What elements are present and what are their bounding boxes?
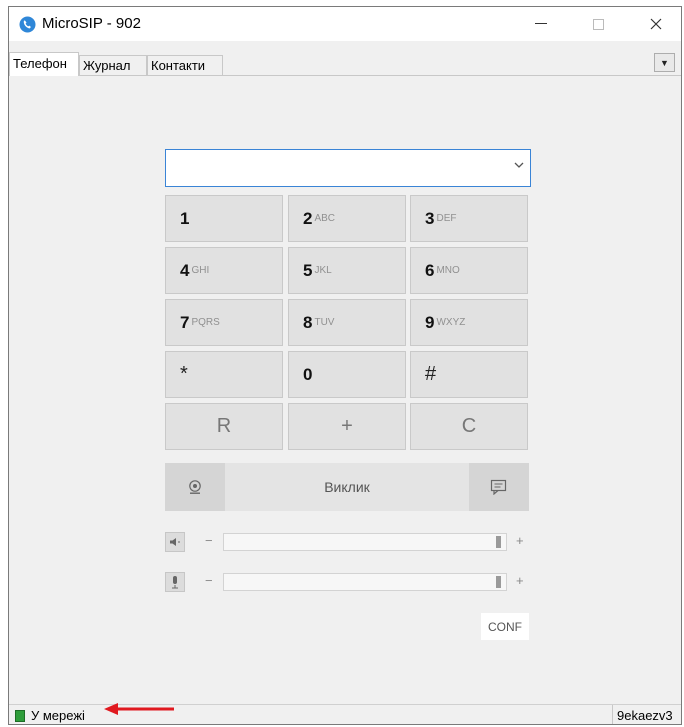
microphone-volume-slider[interactable]	[223, 573, 507, 591]
microphone-mute-button[interactable]	[165, 572, 185, 592]
speaker-volume-slider[interactable]	[223, 533, 507, 551]
title-bar: MicroSIP - 902	[9, 7, 681, 41]
speaker-icon	[170, 538, 180, 546]
keypad-key-hash[interactable]: #	[410, 351, 528, 398]
speaker-volume-thumb[interactable]	[496, 536, 501, 548]
redial-r-button[interactable]: R	[165, 403, 283, 450]
call-button[interactable]: Виклик	[225, 463, 469, 511]
conference-button[interactable]: CONF	[481, 613, 529, 640]
keypad-key-0[interactable]: 0	[288, 351, 406, 398]
maximize-icon	[592, 18, 604, 30]
microphone-volume-thumb[interactable]	[496, 576, 501, 588]
microsip-window: MicroSIP - 902 Телефон Журнал Контакти ▼…	[8, 6, 682, 725]
speaker-volume-minus: −	[205, 533, 213, 548]
keypad-key-6[interactable]: 6 MNO	[410, 247, 528, 294]
status-divider	[612, 705, 613, 724]
tab-contacts[interactable]: Контакти	[147, 55, 223, 75]
chevron-down-icon[interactable]	[514, 162, 524, 169]
close-button[interactable]	[633, 7, 679, 41]
plus-button[interactable]: +	[288, 403, 406, 450]
tab-phone[interactable]: Телефон	[9, 52, 79, 76]
keypad-key-8[interactable]: 8 TUV	[288, 299, 406, 346]
tab-bar: Телефон Журнал Контакти ▼	[9, 51, 681, 76]
microphone-volume-minus: −	[205, 573, 213, 588]
clear-c-button[interactable]: C	[410, 403, 528, 450]
microphone-volume-plus: +	[516, 573, 524, 588]
maximize-button[interactable]	[575, 7, 621, 41]
keypad-key-4[interactable]: 4 GHI	[165, 247, 283, 294]
minimize-button[interactable]	[518, 7, 564, 41]
video-call-icon	[189, 480, 201, 494]
close-icon	[650, 18, 662, 30]
status-text: У мережі	[31, 708, 85, 723]
online-status-icon	[15, 710, 25, 722]
dial-number-input[interactable]	[165, 149, 531, 187]
keypad-key-1[interactable]: 1	[165, 195, 283, 242]
microphone-icon	[172, 576, 178, 589]
keypad-key-7[interactable]: 7 PQRS	[165, 299, 283, 346]
speaker-volume-plus: +	[516, 533, 524, 548]
keypad-key-9[interactable]: 9 WXYZ	[410, 299, 528, 346]
keypad-key-3[interactable]: 3 DEF	[410, 195, 528, 242]
keypad-key-star[interactable]: *	[165, 351, 283, 398]
video-call-button[interactable]	[165, 463, 225, 511]
message-icon	[490, 479, 507, 495]
window-title: MicroSIP - 902	[42, 15, 141, 32]
keypad-key-2[interactable]: 2 ABC	[288, 195, 406, 242]
speaker-mute-button[interactable]	[165, 532, 185, 552]
menu-dropdown-button[interactable]: ▼	[654, 53, 675, 72]
keypad-key-5[interactable]: 5 JKL	[288, 247, 406, 294]
message-button[interactable]	[469, 463, 529, 511]
account-name: 9ekaezv3	[617, 708, 673, 723]
dropdown-triangle-icon: ▼	[660, 57, 669, 68]
call-controls: Виклик	[165, 463, 529, 511]
annotation-arrow-icon	[104, 703, 174, 715]
minimize-icon	[535, 23, 547, 24]
tab-journal[interactable]: Журнал	[79, 55, 147, 75]
app-logo-icon	[19, 16, 36, 33]
